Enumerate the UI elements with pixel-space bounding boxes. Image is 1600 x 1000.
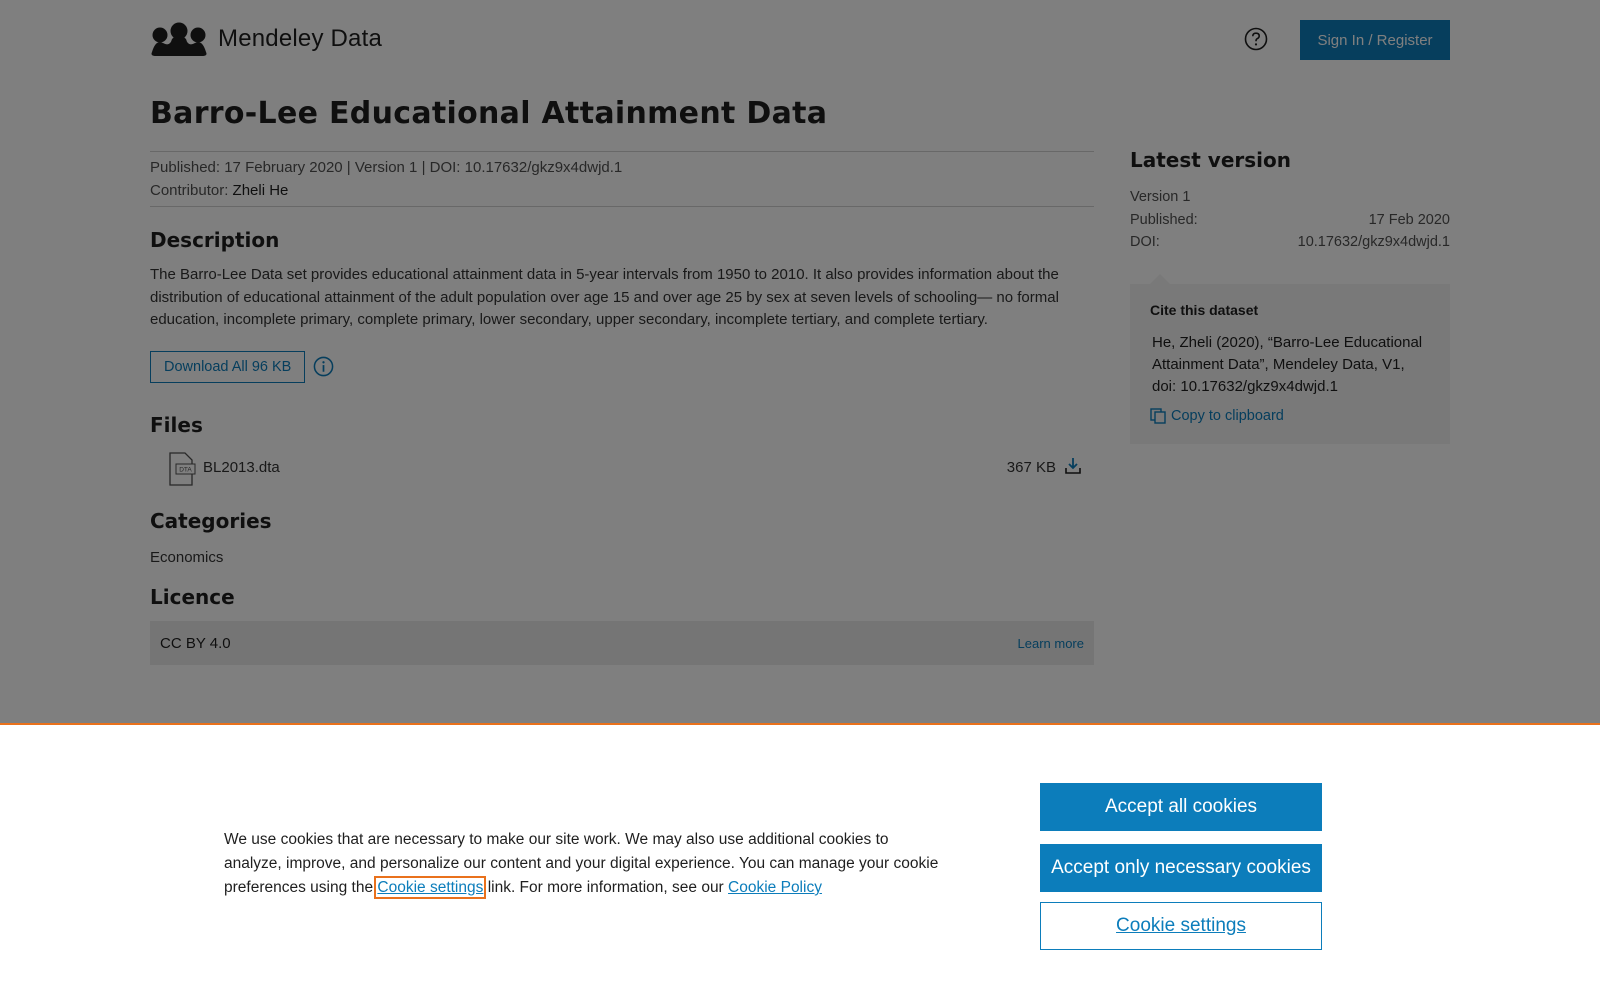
accept-all-cookies-button[interactable]: Accept all cookies (1040, 783, 1322, 831)
page: Mendeley Data Sign In / Register Barro-L… (0, 0, 1600, 1000)
accept-necessary-cookies-button[interactable]: Accept only necessary cookies (1040, 844, 1322, 892)
cookie-banner: We use cookies that are necessary to mak… (0, 723, 1600, 1000)
cookie-banner-text: We use cookies that are necessary to mak… (224, 828, 944, 900)
cookie-policy-link[interactable]: Cookie Policy (728, 879, 822, 896)
cookie-text-after: link. For more information, see our (487, 879, 724, 896)
cookie-settings-link[interactable]: Cookie settings (374, 876, 487, 899)
modal-overlay (0, 0, 1600, 723)
cookie-settings-button[interactable]: Cookie settings (1040, 902, 1322, 950)
